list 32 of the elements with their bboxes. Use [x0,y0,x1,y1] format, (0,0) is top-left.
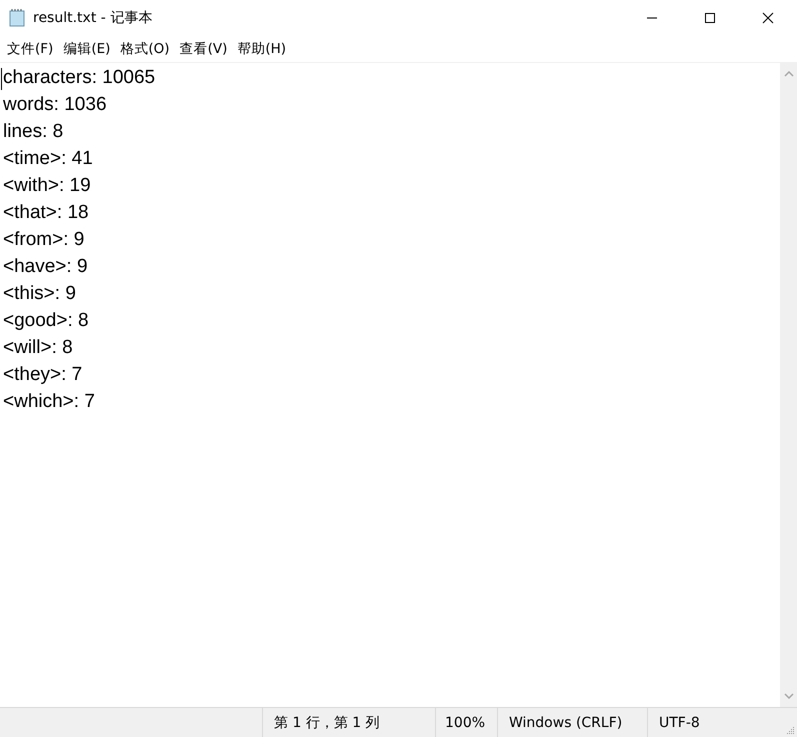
text-line: <that>: 18 [3,202,89,223]
text-line: <good>: 8 [3,310,89,331]
maximize-icon [704,12,716,24]
vertical-scrollbar[interactable] [780,63,797,707]
menu-item[interactable]: 查看(V) [176,38,232,60]
text-line: lines: 8 [3,121,64,142]
text-editor[interactable]: characters: 10065 words: 1036 lines: 8 <time>: 41 <with>: 19 <that>: 18 <from>: 9 <have>: 9 <this>: 9 <good>: 8 <will>: 8 <they>: 7 <which>: 7 [0,63,780,707]
status-text: UTF-8 [659,714,700,730]
menu-item[interactable]: 格式(O) [116,38,174,60]
menu-item[interactable]: 编辑(E) [59,38,114,60]
text-line: <from>: 9 [3,229,84,250]
text-line: <time>: 41 [3,148,93,169]
text-line: words: 1036 [3,94,107,115]
text-line: <they>: 7 [3,364,82,385]
text-line: <this>: 9 [3,283,76,304]
text-line: <have>: 9 [3,256,88,277]
resize-grip-icon[interactable] [785,725,795,735]
text-line: characters: 10065 [3,67,156,88]
notepad-icon [9,8,25,26]
menu-item[interactable]: 帮助(H) [233,38,290,60]
status-text: Windows (CRLF) [509,714,622,730]
window-title: result.txt - 记事本 [33,8,152,26]
text-line: <with>: 19 [3,175,91,196]
text-line: <will>: 8 [3,337,73,358]
status-text: 100% [445,714,486,730]
text-cursor [1,68,2,90]
scroll-down-icon[interactable] [784,693,794,699]
close-icon [762,12,774,24]
scroll-up-icon[interactable] [784,71,794,77]
text-line: <which>: 7 [3,391,95,412]
menu-item[interactable]: 文件(F) [3,38,58,60]
status-text: 第 1 行，第 1 列 [274,714,380,732]
